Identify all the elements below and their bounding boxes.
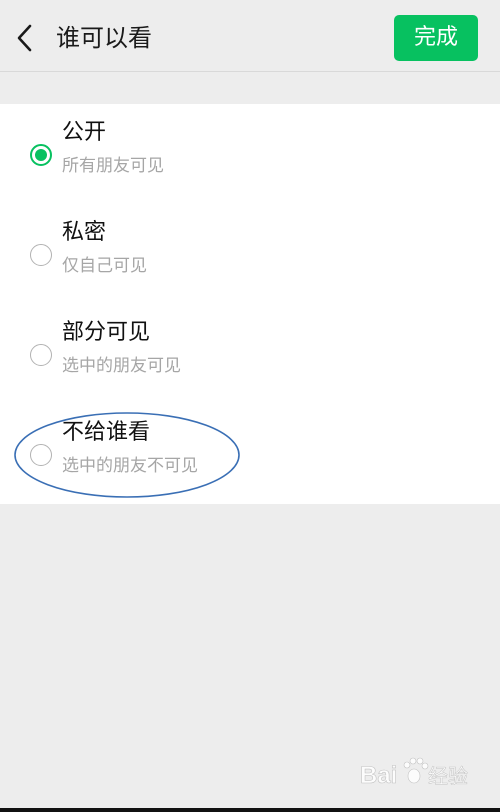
option-partially-visible[interactable]: 部分可见 选中的朋友可见 bbox=[0, 304, 500, 404]
back-button[interactable] bbox=[10, 20, 42, 56]
radio-unchecked-icon[interactable] bbox=[30, 344, 52, 366]
option-description: 选中的朋友不可见 bbox=[62, 456, 198, 476]
done-button[interactable]: 完成 bbox=[394, 15, 478, 61]
visibility-options-list: 公开 所有朋友可见 私密 仅自己可见 部分可见 选中的朋友可见 不给谁看 选中的… bbox=[0, 104, 500, 504]
page-title: 谁可以看 bbox=[56, 24, 152, 52]
radio-unchecked-icon[interactable] bbox=[30, 244, 52, 266]
navigation-bar: 谁可以看 完成 bbox=[0, 0, 500, 72]
option-private[interactable]: 私密 仅自己可见 bbox=[0, 204, 500, 304]
option-description: 仅自己可见 bbox=[62, 256, 147, 276]
screen: 谁可以看 完成 公开 所有朋友可见 私密 仅自己可见 部分可见 选中的朋友可见 … bbox=[0, 0, 500, 812]
watermark-logo: Bai 经验 bbox=[358, 752, 488, 796]
svg-text:Bai: Bai bbox=[360, 762, 397, 789]
bottom-edge bbox=[0, 808, 500, 812]
radio-dot bbox=[35, 149, 47, 161]
chevron-left-icon bbox=[17, 24, 32, 52]
radio-checked-icon[interactable] bbox=[30, 144, 52, 166]
option-label: 部分可见 bbox=[62, 320, 151, 345]
option-label: 公开 bbox=[62, 120, 107, 145]
svg-text:经验: 经验 bbox=[428, 764, 468, 788]
baidu-paw-icon: Bai 经验 bbox=[360, 757, 468, 789]
option-description: 所有朋友可见 bbox=[62, 156, 164, 176]
option-hide-from[interactable]: 不给谁看 选中的朋友不可见 bbox=[0, 404, 500, 504]
option-public[interactable]: 公开 所有朋友可见 bbox=[0, 104, 500, 204]
option-label: 私密 bbox=[62, 220, 107, 245]
option-label: 不给谁看 bbox=[62, 420, 151, 445]
radio-unchecked-icon[interactable] bbox=[30, 444, 52, 466]
option-description: 选中的朋友可见 bbox=[62, 356, 181, 376]
